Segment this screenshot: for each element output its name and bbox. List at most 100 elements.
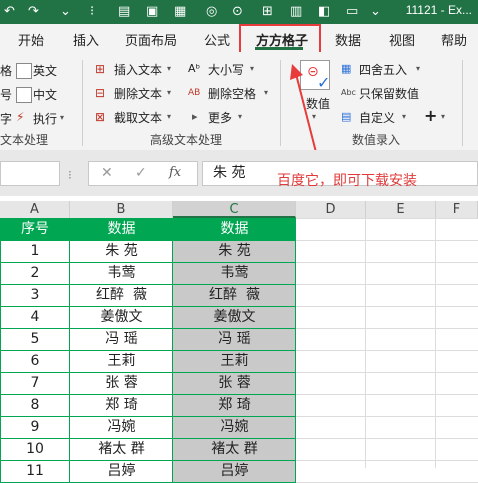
grid-icon[interactable]: ▦ bbox=[174, 4, 186, 20]
execute-dropdown-icon[interactable]: ▾ bbox=[60, 113, 64, 122]
table-cell[interactable]: 张 蓉 bbox=[173, 372, 296, 394]
more-dropdown-icon[interactable]: ▾ bbox=[238, 112, 242, 121]
table-cell[interactable]: 张 蓉 bbox=[70, 372, 173, 394]
table-cell[interactable]: 吕婷 bbox=[70, 460, 173, 482]
custom-dropdown-icon[interactable]: ▾ bbox=[402, 112, 406, 121]
table-cell[interactable]: 7 bbox=[0, 372, 70, 394]
table-cell[interactable]: 冯 瑶 bbox=[173, 328, 296, 350]
english-label[interactable]: 英文 bbox=[33, 62, 57, 79]
insert-text-button[interactable]: 插入文本 bbox=[114, 61, 162, 78]
table-cell[interactable]: 冯婉 bbox=[70, 416, 173, 438]
extract-text-dropdown-icon[interactable]: ▾ bbox=[167, 112, 171, 121]
ribbon-partial-3[interactable]: 字 bbox=[0, 110, 12, 127]
delete-text-dropdown-icon[interactable]: ▾ bbox=[167, 88, 171, 97]
sheet-gridline bbox=[296, 306, 478, 307]
extract-text-button[interactable]: 截取文本 bbox=[114, 109, 162, 126]
table-cell[interactable]: 朱 苑 bbox=[70, 240, 173, 262]
tab-data[interactable]: 数据 bbox=[335, 30, 361, 49]
sheet-gridline bbox=[296, 438, 478, 439]
plus-icon[interactable]: + bbox=[424, 106, 437, 125]
enter-icon[interactable]: ✓ bbox=[135, 165, 147, 181]
table-cell[interactable]: 10 bbox=[0, 438, 70, 460]
ribbon-partial-2[interactable]: 号 bbox=[0, 86, 12, 103]
table-cell[interactable]: 朱 苑 bbox=[173, 240, 296, 262]
qat-more-icon[interactable]: ⁝ bbox=[90, 4, 94, 20]
tab-view[interactable]: 视图 bbox=[389, 30, 415, 49]
execute-button[interactable]: 执行 bbox=[33, 110, 57, 127]
table-cell[interactable]: 王莉 bbox=[70, 350, 173, 372]
ribbon-partial-1[interactable]: 格 bbox=[0, 62, 12, 79]
table-cell[interactable]: 8 bbox=[0, 394, 70, 416]
qat-dropdown-icon[interactable]: ⌄ bbox=[60, 4, 71, 20]
camera-icon[interactable]: ◎ bbox=[206, 4, 217, 20]
plus-dropdown-icon[interactable]: ▾ bbox=[441, 112, 445, 121]
table-cell[interactable]: 韦莺 bbox=[70, 262, 173, 284]
search-icon[interactable]: ⊙ bbox=[232, 4, 243, 20]
table-cell[interactable]: 红醉 薇 bbox=[70, 284, 173, 306]
undo-icon[interactable]: ↶ bbox=[4, 4, 15, 20]
round-dropdown-icon[interactable]: ▾ bbox=[416, 64, 420, 73]
chart-icon[interactable]: ◧ bbox=[318, 4, 330, 20]
table-cell[interactable]: 褚太 群 bbox=[173, 438, 296, 460]
table-cell[interactable]: 王莉 bbox=[173, 350, 296, 372]
table-cell[interactable]: 吕婷 bbox=[173, 460, 296, 482]
case-dropdown-icon[interactable]: ▾ bbox=[250, 64, 254, 73]
tab-formulas[interactable]: 公式 bbox=[204, 30, 230, 49]
print-icon[interactable]: ▣ bbox=[146, 4, 158, 20]
name-box[interactable] bbox=[0, 161, 60, 186]
table-cell[interactable]: 5 bbox=[0, 328, 70, 350]
table-cell[interactable]: 红醉 薇 bbox=[173, 284, 296, 306]
checkbox-english[interactable] bbox=[16, 63, 32, 79]
remove-space-dropdown-icon[interactable]: ▾ bbox=[264, 88, 268, 97]
table-cell[interactable]: 韦莺 bbox=[173, 262, 296, 284]
cancel-icon[interactable]: ✕ bbox=[101, 165, 113, 181]
table-cell[interactable]: 4 bbox=[0, 306, 70, 328]
file-icon[interactable]: ▤ bbox=[118, 4, 130, 20]
table-icon[interactable]: ▥ bbox=[290, 4, 302, 20]
column-header-c[interactable]: C bbox=[173, 201, 296, 218]
formula-bar-more-icon[interactable]: ⁝ bbox=[68, 168, 72, 182]
table-cell[interactable]: 11 bbox=[0, 460, 70, 482]
sheet-gridline bbox=[296, 284, 478, 285]
checkbox-chinese[interactable] bbox=[16, 87, 32, 103]
column-header-a[interactable]: A bbox=[0, 201, 70, 218]
table-header-cell[interactable]: 数据 bbox=[173, 218, 296, 240]
table-cell[interactable]: 郑 琦 bbox=[173, 394, 296, 416]
table-cell[interactable]: 9 bbox=[0, 416, 70, 438]
more-button[interactable]: 更多 bbox=[208, 109, 232, 126]
redo-icon[interactable]: ↷ bbox=[28, 4, 39, 20]
custom-button[interactable]: 自定义 bbox=[359, 109, 395, 126]
table-cell[interactable]: 冯婉 bbox=[173, 416, 296, 438]
tab-home[interactable]: 开始 bbox=[18, 30, 44, 49]
table-cell[interactable]: 6 bbox=[0, 350, 70, 372]
delete-text-button[interactable]: 删除文本 bbox=[114, 85, 162, 102]
chinese-label[interactable]: 中文 bbox=[33, 86, 57, 103]
table-header-cell[interactable]: 序号 bbox=[0, 218, 70, 240]
column-header-e[interactable]: E bbox=[366, 201, 436, 218]
table-cell[interactable]: 郑 琦 bbox=[70, 394, 173, 416]
insert-text-dropdown-icon[interactable]: ▾ bbox=[167, 64, 171, 73]
ab-icon[interactable]: ⊞ bbox=[262, 4, 273, 20]
tab-page-layout[interactable]: 页面布局 bbox=[125, 30, 177, 49]
column-header-d[interactable]: D bbox=[296, 201, 366, 218]
customize-qat-icon[interactable]: ⌄ bbox=[370, 4, 381, 20]
insert-function-icon[interactable]: fx bbox=[169, 165, 181, 180]
table-cell[interactable]: 姜傲文 bbox=[70, 306, 173, 328]
table-cell[interactable]: 褚太 群 bbox=[70, 438, 173, 460]
bookmark-icon[interactable]: ▭ bbox=[346, 4, 358, 20]
tab-help[interactable]: 帮助 bbox=[441, 30, 467, 49]
column-header-f[interactable]: F bbox=[436, 201, 478, 218]
table-cell[interactable]: 冯 瑶 bbox=[70, 328, 173, 350]
column-header-b[interactable]: B bbox=[70, 201, 173, 218]
table-cell[interactable]: 姜傲文 bbox=[173, 306, 296, 328]
keep-numbers-button[interactable]: 只保留数值 bbox=[359, 85, 419, 102]
table-header-cell[interactable]: 数据 bbox=[70, 218, 173, 240]
tab-insert[interactable]: 插入 bbox=[73, 30, 99, 49]
table-cell[interactable]: 2 bbox=[0, 262, 70, 284]
ribbon-separator bbox=[462, 60, 463, 146]
table-cell[interactable]: 3 bbox=[0, 284, 70, 306]
case-button[interactable]: 大小写 bbox=[208, 61, 244, 78]
remove-space-button[interactable]: 删除空格 bbox=[208, 85, 256, 102]
table-cell[interactable]: 1 bbox=[0, 240, 70, 262]
round-button[interactable]: 四舍五入 bbox=[359, 61, 407, 78]
